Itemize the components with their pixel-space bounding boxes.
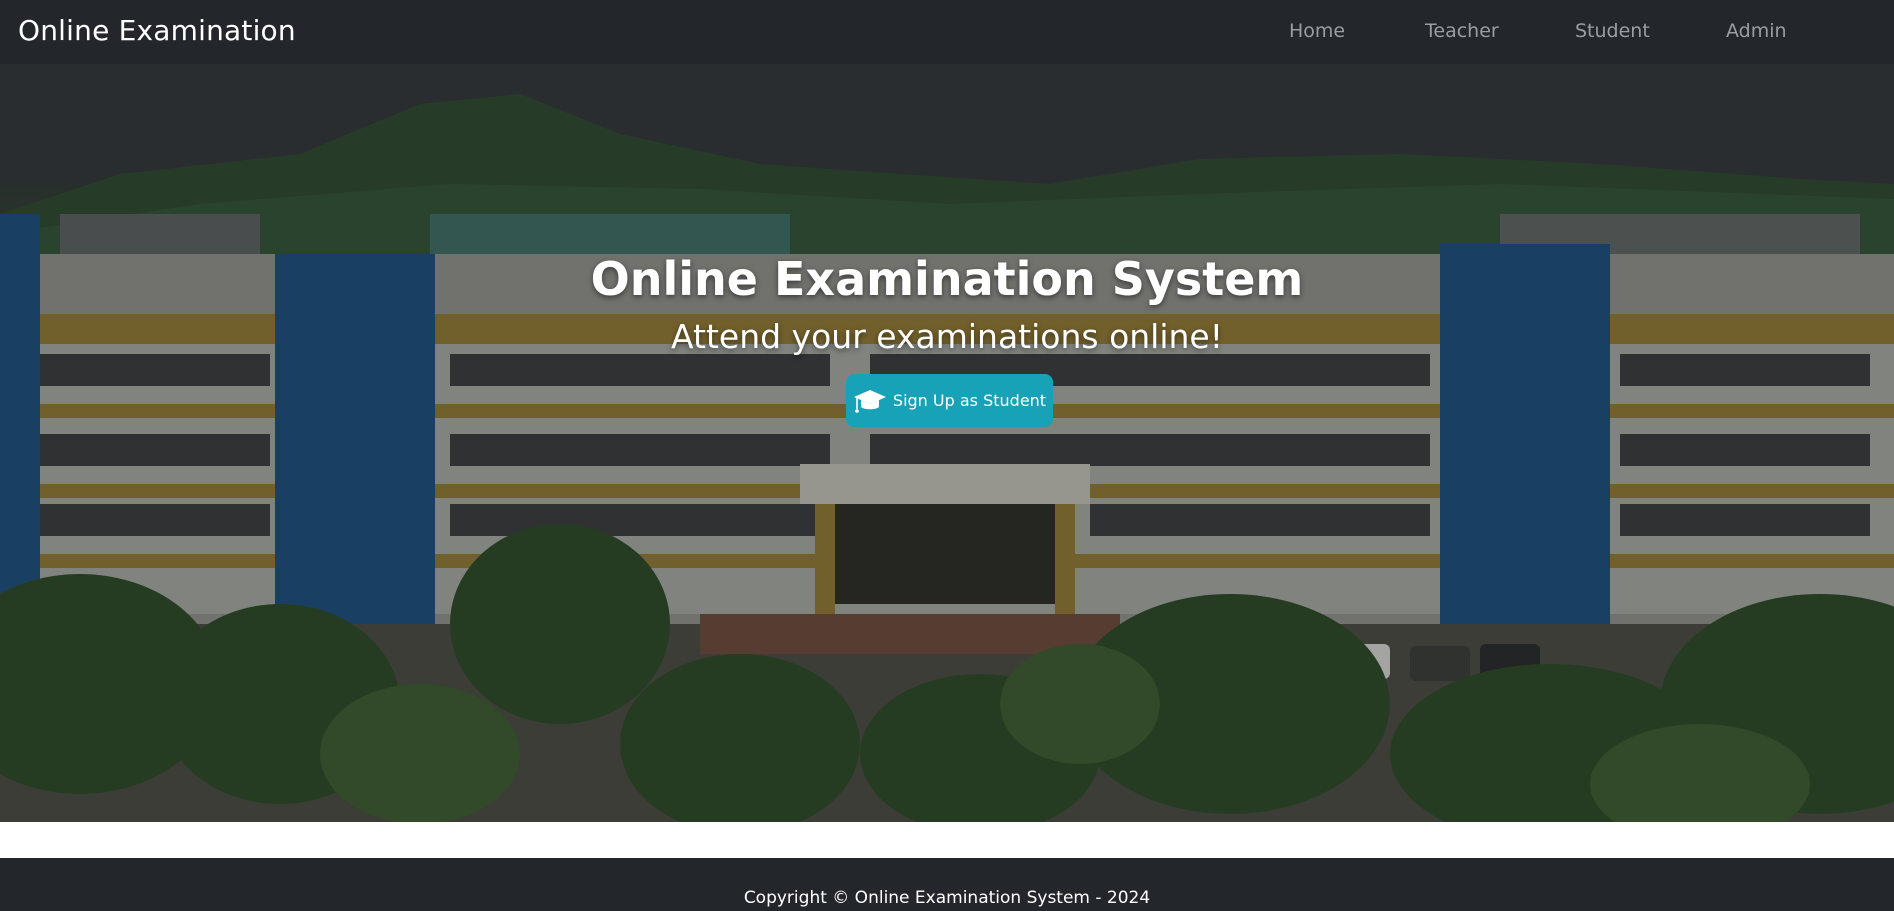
signup-student-button[interactable]: Sign Up as Student (846, 374, 1053, 427)
hero-section: Online Examination System Attend your ex… (0, 64, 1894, 822)
content-spacer (0, 822, 1894, 858)
hero-subtitle: Attend your examinations online! (671, 317, 1223, 356)
nav-links: Home Teacher Student Admin (0, 20, 1894, 46)
nav-link-home[interactable]: Home (1289, 20, 1345, 42)
graduation-cap-icon (853, 389, 886, 413)
top-navbar: Online Examination Home Teacher Student … (0, 0, 1894, 64)
nav-link-admin[interactable]: Admin (1726, 20, 1787, 42)
signup-student-label: Sign Up as Student (892, 391, 1047, 410)
nav-link-teacher[interactable]: Teacher (1425, 20, 1499, 42)
footer: Copyright © Online Examination System - … (0, 858, 1894, 911)
footer-copyright: Copyright © Online Examination System - … (743, 888, 1151, 908)
hero-dark-overlay (0, 64, 1894, 822)
nav-link-student[interactable]: Student (1575, 20, 1650, 42)
hero-title: Online Examination System (590, 252, 1304, 306)
